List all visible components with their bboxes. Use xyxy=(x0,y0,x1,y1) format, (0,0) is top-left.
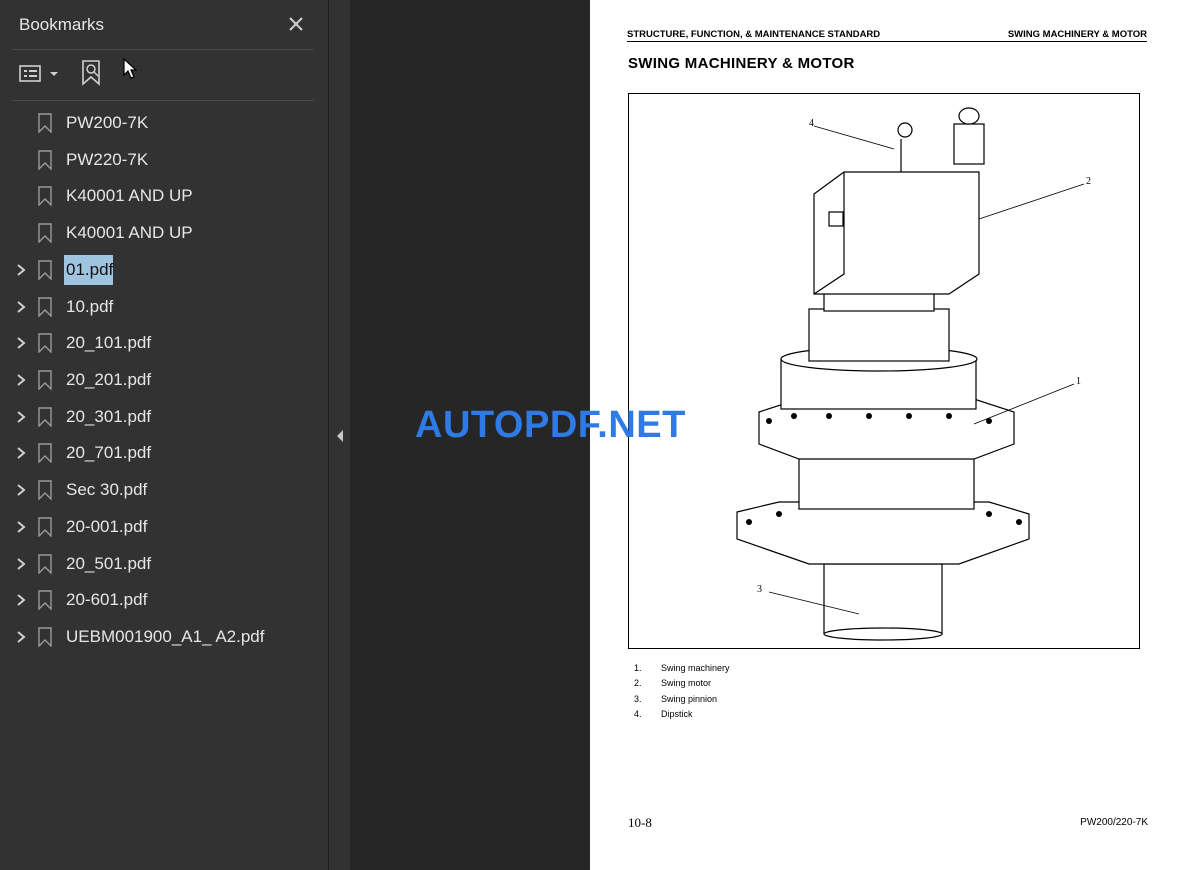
bookmark-label: K40001 AND UP xyxy=(66,186,193,205)
bookmark-icon xyxy=(38,370,52,390)
bookmark-label: 20_701.pdf xyxy=(66,443,152,462)
page-heading: SWING MACHINERY & MOTOR xyxy=(628,55,855,72)
bookmark-label: 20_201.pdf xyxy=(66,370,152,389)
bookmark-item[interactable]: 20_101.pdf xyxy=(0,326,328,360)
divider xyxy=(12,100,314,101)
bookmark-icon xyxy=(38,627,52,647)
bookmark-item[interactable]: Sec 30.pdf xyxy=(0,473,328,507)
chevron-right-icon[interactable] xyxy=(14,336,28,350)
bookmark-label: 20_501.pdf xyxy=(66,554,152,573)
header-rule xyxy=(627,41,1147,42)
list-options-icon xyxy=(19,65,58,82)
watermark: AUTOPDF.NET xyxy=(415,404,686,446)
bookmark-icon xyxy=(38,150,52,170)
bookmark-item[interactable]: UEBM001900_A1_ A2.pdf xyxy=(0,620,328,654)
bookmark-label: K40001 AND UP xyxy=(66,223,193,242)
chevron-right-icon[interactable] xyxy=(14,446,28,460)
bookmark-icon xyxy=(38,260,52,280)
chevron-right-icon[interactable] xyxy=(14,483,28,497)
figure-frame: 1 2 3 4 xyxy=(628,93,1140,649)
bookmark-label: 01.pdf xyxy=(64,255,114,285)
callout-1: 1 xyxy=(1076,376,1081,387)
bookmark-icon xyxy=(38,480,52,500)
page-header-right: SWING MACHINERY & MOTOR xyxy=(1007,29,1147,40)
bookmark-icon xyxy=(38,443,52,463)
bookmark-search-icon xyxy=(82,60,100,86)
bookmark-item[interactable]: 20-001.pdf xyxy=(0,510,328,544)
bookmark-label: PW200-7K xyxy=(66,113,149,132)
model-code: PW200/220-7K xyxy=(1080,817,1148,828)
bookmark-icon xyxy=(38,517,52,537)
page-header-left: STRUCTURE, FUNCTION, & MAINTENANCE STAND… xyxy=(627,29,881,40)
bookmark-item[interactable]: 20_701.pdf xyxy=(0,436,328,470)
bookmark-icon xyxy=(38,590,52,610)
callout-2: 2 xyxy=(1086,176,1091,187)
bookmarks-toolbar xyxy=(0,50,328,100)
chevron-right-icon[interactable] xyxy=(14,593,28,607)
bookmark-label: 10.pdf xyxy=(66,297,114,316)
bookmark-icon xyxy=(38,333,52,353)
bookmark-label: 20_101.pdf xyxy=(66,333,152,352)
chevron-right-icon[interactable] xyxy=(14,557,28,571)
bookmark-label: 20-601.pdf xyxy=(66,590,148,609)
options-menu-button[interactable] xyxy=(18,62,60,86)
bookmark-icon xyxy=(38,407,52,427)
close-icon xyxy=(289,17,303,31)
close-panel-button[interactable] xyxy=(284,12,308,36)
collapse-panel-button[interactable] xyxy=(330,422,350,450)
chevron-left-icon xyxy=(337,430,343,442)
find-bookmark-button[interactable] xyxy=(80,58,108,88)
bookmark-item[interactable]: 20_201.pdf xyxy=(0,363,328,397)
bookmark-item[interactable]: PW200-7K xyxy=(0,106,328,140)
bookmarks-title: Bookmarks xyxy=(19,15,105,34)
bookmark-icon xyxy=(38,186,52,206)
bookmark-label: 20-001.pdf xyxy=(66,517,148,536)
bookmark-item[interactable]: 20_301.pdf xyxy=(0,400,328,434)
bookmark-icon xyxy=(38,113,52,133)
bookmark-label: Sec 30.pdf xyxy=(66,480,148,499)
chevron-right-icon[interactable] xyxy=(14,410,28,424)
bookmark-label: PW220-7K xyxy=(66,150,149,169)
bookmark-item[interactable]: 10.pdf xyxy=(0,290,328,324)
bookmark-item[interactable]: 20_501.pdf xyxy=(0,547,328,581)
bookmark-icon xyxy=(38,554,52,574)
chevron-right-icon[interactable] xyxy=(14,630,28,644)
chevron-right-icon[interactable] xyxy=(14,263,28,277)
page-number: 10-8 xyxy=(628,815,652,830)
bookmark-item[interactable]: K40001 AND UP xyxy=(0,179,328,213)
chevron-right-icon[interactable] xyxy=(14,300,28,314)
bookmark-label: UEBM001900_A1_ A2.pdf xyxy=(66,627,265,646)
bookmark-icon xyxy=(38,297,52,317)
swing-machinery-illustration: 1 2 3 4 xyxy=(736,107,1091,641)
bookmark-icon xyxy=(38,223,52,243)
bookmark-item[interactable]: 20-601.pdf xyxy=(0,583,328,617)
bookmark-item[interactable]: PW220-7K xyxy=(0,143,328,177)
bookmark-item[interactable]: K40001 AND UP xyxy=(0,216,328,250)
bookmarks-panel: Bookmarks PW200-7K PW220-7K K40001 AND U… xyxy=(0,0,329,870)
chevron-right-icon[interactable] xyxy=(14,520,28,534)
callout-3: 3 xyxy=(757,584,762,595)
callout-4: 4 xyxy=(809,118,814,129)
bookmark-item[interactable]: 01.pdf xyxy=(0,253,328,287)
bookmarks-header: Bookmarks xyxy=(0,0,328,50)
mouse-cursor-icon xyxy=(123,57,138,79)
chevron-right-icon[interactable] xyxy=(14,373,28,387)
bookmark-label: 20_301.pdf xyxy=(66,407,152,426)
